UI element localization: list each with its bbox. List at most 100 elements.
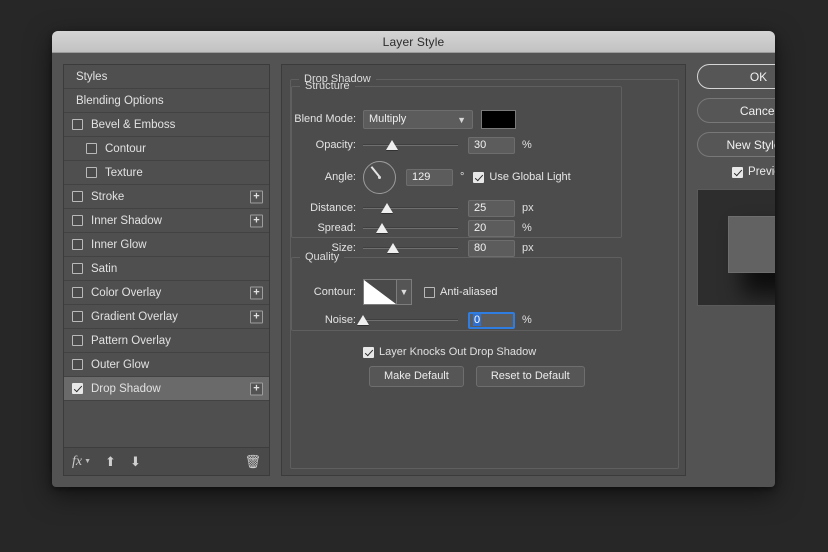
ok-button[interactable]: OK — [697, 64, 775, 89]
cancel-button[interactable]: Cancel — [697, 98, 775, 123]
contour-row: Contour: ▼ Anti-aliased — [291, 278, 497, 306]
page-title: Layer Style — [383, 35, 445, 49]
use-global-light-checkbox[interactable]: Use Global Light — [473, 171, 570, 183]
style-item-label: Contour — [105, 143, 146, 155]
style-list-item[interactable]: Contour — [64, 137, 269, 161]
style-item-checkbox[interactable] — [72, 263, 83, 274]
preview-square-shape — [728, 216, 775, 273]
angle-row: Angle: 129 ° Use Global Light — [291, 159, 571, 195]
blend-mode-select[interactable]: Multiply ▼ — [363, 110, 473, 129]
style-item-checkbox[interactable] — [72, 191, 83, 202]
fx-icon[interactable]: fx — [72, 454, 82, 470]
shadow-color-swatch[interactable] — [481, 110, 516, 129]
use-global-light-checkbox-box — [473, 172, 484, 183]
add-effect-plus-button[interactable]: + — [250, 382, 263, 395]
style-item-checkbox[interactable] — [72, 335, 83, 346]
style-item-checkbox[interactable] — [72, 215, 83, 226]
blend-mode-value: Multiply — [369, 113, 406, 125]
noise-slider-track — [363, 319, 458, 321]
style-item-label: Styles — [76, 71, 107, 83]
reset-to-default-button[interactable]: Reset to Default — [476, 366, 585, 387]
opacity-slider[interactable] — [363, 137, 458, 153]
opacity-slider-track — [363, 144, 458, 146]
arrow-down-icon[interactable]: ⬇ — [130, 454, 141, 470]
spread-slider-thumb[interactable] — [376, 223, 388, 233]
noise-input[interactable]: 0 — [468, 312, 515, 329]
style-list-item[interactable]: Pattern Overlay — [64, 329, 269, 353]
style-item-label: Stroke — [91, 191, 124, 203]
noise-slider[interactable] — [363, 312, 458, 328]
style-list-item[interactable]: Bevel & Emboss — [64, 113, 269, 137]
contour-swatch[interactable] — [363, 279, 397, 305]
distance-row: Distance: 25 px — [291, 198, 534, 218]
style-list-item[interactable]: Inner Glow — [64, 233, 269, 257]
drop-shadow-settings-panel: Drop Shadow Structure Blend Mode: Multip… — [281, 64, 686, 476]
style-item-checkbox[interactable] — [72, 119, 83, 130]
distance-slider-thumb[interactable] — [381, 203, 393, 213]
blend-mode-label: Blend Mode: — [291, 113, 363, 125]
add-effect-plus-button[interactable]: + — [250, 310, 263, 323]
opacity-slider-thumb[interactable] — [386, 140, 398, 150]
opacity-input[interactable]: 30 — [468, 137, 515, 154]
style-item-checkbox[interactable] — [72, 383, 83, 394]
add-effect-plus-button[interactable]: + — [250, 190, 263, 203]
preview-checkbox[interactable]: Preview — [697, 166, 775, 178]
fx-chevron-down-icon[interactable]: ▼ — [84, 458, 91, 465]
opacity-row: Opacity: 30 % — [291, 135, 532, 155]
dialog-body: Styles Blending Options Bevel & Emboss Cont… — [52, 53, 775, 487]
spread-input[interactable]: 20 — [468, 220, 515, 237]
layer-knocks-out-checkbox[interactable]: Layer Knocks Out Drop Shadow — [363, 342, 536, 362]
style-list-item[interactable]: Gradient Overlay+ — [64, 305, 269, 329]
preview-label: Preview — [748, 166, 775, 178]
style-list-item[interactable]: Outer Glow — [64, 353, 269, 377]
style-list-item[interactable]: Blending Options — [64, 89, 269, 113]
opacity-value: 30 — [474, 139, 486, 151]
add-effect-plus-button[interactable]: + — [250, 214, 263, 227]
noise-slider-thumb[interactable] — [357, 315, 369, 325]
spread-label: Spread: — [291, 222, 363, 234]
style-item-checkbox[interactable] — [72, 287, 83, 298]
style-item-label: Drop Shadow — [91, 383, 161, 395]
make-default-button[interactable]: Make Default — [369, 366, 464, 387]
style-list-item[interactable]: Texture — [64, 161, 269, 185]
style-list-item[interactable]: Satin — [64, 257, 269, 281]
angle-unit: ° — [460, 171, 464, 183]
style-item-checkbox[interactable] — [72, 359, 83, 370]
style-list-item[interactable]: Drop Shadow + — [64, 377, 269, 401]
distance-slider[interactable] — [363, 200, 458, 216]
distance-label: Distance: — [291, 202, 363, 214]
preview-checkbox-box — [732, 167, 743, 178]
layer-knocks-out-checkbox-box — [363, 347, 374, 358]
dialog-titlebar[interactable]: Layer Style — [52, 31, 775, 53]
distance-input[interactable]: 25 — [468, 200, 515, 217]
distance-unit: px — [522, 202, 534, 214]
style-list-item[interactable]: Inner Shadow+ — [64, 209, 269, 233]
style-list-item[interactable]: Color Overlay+ — [64, 281, 269, 305]
spread-slider[interactable] — [363, 220, 458, 236]
style-item-label: Pattern Overlay — [91, 335, 171, 347]
style-item-checkbox[interactable] — [72, 239, 83, 250]
new-style-button[interactable]: New Style... — [697, 132, 775, 157]
arrow-up-icon[interactable]: ⬆ — [105, 454, 116, 470]
style-list-item[interactable]: Styles — [64, 65, 269, 89]
contour-label: Contour: — [291, 286, 363, 298]
trash-icon[interactable]: 🗑 — [244, 454, 261, 470]
noise-row: Noise: 0 % — [291, 310, 532, 330]
chevron-down-icon: ▼ — [457, 115, 466, 125]
anti-aliased-checkbox[interactable]: Anti-aliased — [424, 286, 497, 298]
style-item-checkbox[interactable] — [86, 167, 97, 178]
style-item-label: Outer Glow — [91, 359, 149, 371]
styles-list[interactable]: Styles Blending Options Bevel & Emboss Cont… — [64, 65, 269, 447]
quality-legend: Quality — [300, 251, 344, 263]
add-effect-plus-button[interactable]: + — [250, 286, 263, 299]
angle-dial[interactable] — [363, 161, 396, 194]
noise-unit: % — [522, 314, 532, 326]
style-item-checkbox[interactable] — [72, 311, 83, 322]
style-item-checkbox[interactable] — [86, 143, 97, 154]
anti-aliased-label: Anti-aliased — [440, 286, 497, 298]
angle-input[interactable]: 129 — [406, 169, 453, 186]
style-item-label: Blending Options — [76, 95, 164, 107]
contour-chevron-down-icon[interactable]: ▼ — [397, 279, 412, 305]
style-list-item[interactable]: Stroke + — [64, 185, 269, 209]
styles-footer-toolbar: fx ▼ ⬆ ⬇ 🗑 — [64, 447, 269, 475]
